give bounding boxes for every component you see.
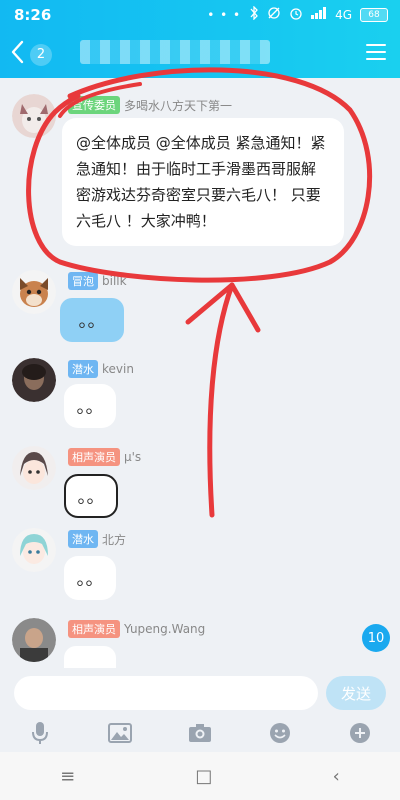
unread-messages-badge[interactable]: 10: [362, 624, 390, 652]
sticker-bubble[interactable]: 。。: [60, 298, 124, 342]
status-time: 8:26: [14, 6, 52, 24]
network-type: 4G: [335, 7, 352, 22]
header: 8:26 • • • 4G 68 2: [0, 0, 400, 78]
mute-icon: [267, 6, 281, 23]
back-nav-button[interactable]: ‹: [333, 766, 340, 787]
input-toolbar: [0, 718, 400, 748]
back-button[interactable]: 2: [10, 40, 52, 69]
sender-name: μ's: [124, 450, 142, 464]
message-text: @全体成员 @全体成员 紧急通知！紧急通知！由于临时工手滑墨西哥服解密游戏达芬奇…: [76, 134, 326, 230]
member-tag: 相声演员: [68, 620, 120, 638]
camera-icon[interactable]: [187, 720, 213, 746]
sticker-face: 。。: [76, 569, 104, 590]
avatar[interactable]: [12, 446, 56, 490]
signal-icon: [311, 7, 327, 22]
avatar[interactable]: [12, 528, 56, 572]
battery-icon: 68: [360, 7, 388, 22]
sticker-bubble[interactable]: 。。: [64, 384, 116, 428]
image-icon[interactable]: [107, 720, 133, 746]
input-bar: 发送: [0, 668, 400, 718]
member-tag: 潜水: [68, 530, 98, 548]
member-tag: 潜水: [68, 360, 98, 378]
avatar[interactable]: [12, 270, 56, 314]
alarm-icon: [289, 6, 303, 23]
message-list[interactable]: 宣传委员 多喝水八方天下第一 @全体成员 @全体成员 紧急通知！紧急通知！由于临…: [0, 78, 400, 668]
sticker-face: 。。: [77, 487, 105, 508]
sender-name: kevin: [102, 362, 134, 376]
mic-icon[interactable]: [27, 720, 53, 746]
home-nav-button[interactable]: □: [195, 766, 212, 787]
plus-icon[interactable]: [347, 720, 373, 746]
sender-name: 多喝水八方天下第一: [124, 98, 233, 113]
message-bubble[interactable]: @全体成员 @全体成员 紧急通知！紧急通知！由于临时工手滑墨西哥服解密游戏达芬奇…: [62, 118, 344, 246]
bluetooth-icon: [249, 5, 259, 23]
sticker-bubble[interactable]: 。。: [64, 556, 116, 600]
avatar[interactable]: [12, 358, 56, 402]
chat-title-pixelated: [80, 40, 270, 64]
member-tag: 冒泡: [68, 272, 98, 290]
message-meta: 相声演员 μ's: [68, 448, 141, 466]
avatar[interactable]: [12, 618, 56, 662]
emoji-icon[interactable]: [267, 720, 293, 746]
notification-dots: • • •: [207, 7, 242, 22]
send-button[interactable]: 发送: [326, 676, 386, 710]
sticker-face: 。。: [78, 311, 106, 332]
message-meta: 相声演员 Yupeng.Wang: [68, 620, 205, 638]
sender-name: Yupeng.Wang: [124, 622, 206, 636]
avatar[interactable]: [12, 94, 56, 138]
message-meta: 潜水 北方: [68, 530, 126, 548]
sender-name: billk: [102, 274, 127, 288]
sticker-bubble[interactable]: [64, 646, 116, 668]
message-input[interactable]: [14, 676, 318, 710]
member-tag: 相声演员: [68, 448, 120, 466]
unread-chats-badge: 2: [30, 43, 52, 66]
sticker-face: 。。: [76, 397, 104, 418]
chevron-left-icon: [10, 40, 24, 69]
menu-nav-button[interactable]: ≡: [60, 766, 75, 787]
sticker-bubble[interactable]: 。。: [64, 474, 118, 518]
chat-navbar: 2: [0, 32, 400, 76]
status-icons: • • • 4G 68: [207, 5, 388, 23]
sender-name: 北方: [102, 532, 127, 547]
menu-icon[interactable]: [366, 44, 386, 62]
message-meta: 冒泡 billk: [68, 272, 127, 290]
member-tag: 宣传委员: [68, 96, 120, 114]
message-meta: 宣传委员 多喝水八方天下第一: [68, 96, 232, 114]
system-nav-bar: ≡ □ ‹: [0, 752, 400, 800]
message-meta: 潜水 kevin: [68, 360, 134, 378]
sticker-face: [64, 646, 116, 668]
status-bar: 8:26 • • • 4G 68: [0, 0, 400, 30]
